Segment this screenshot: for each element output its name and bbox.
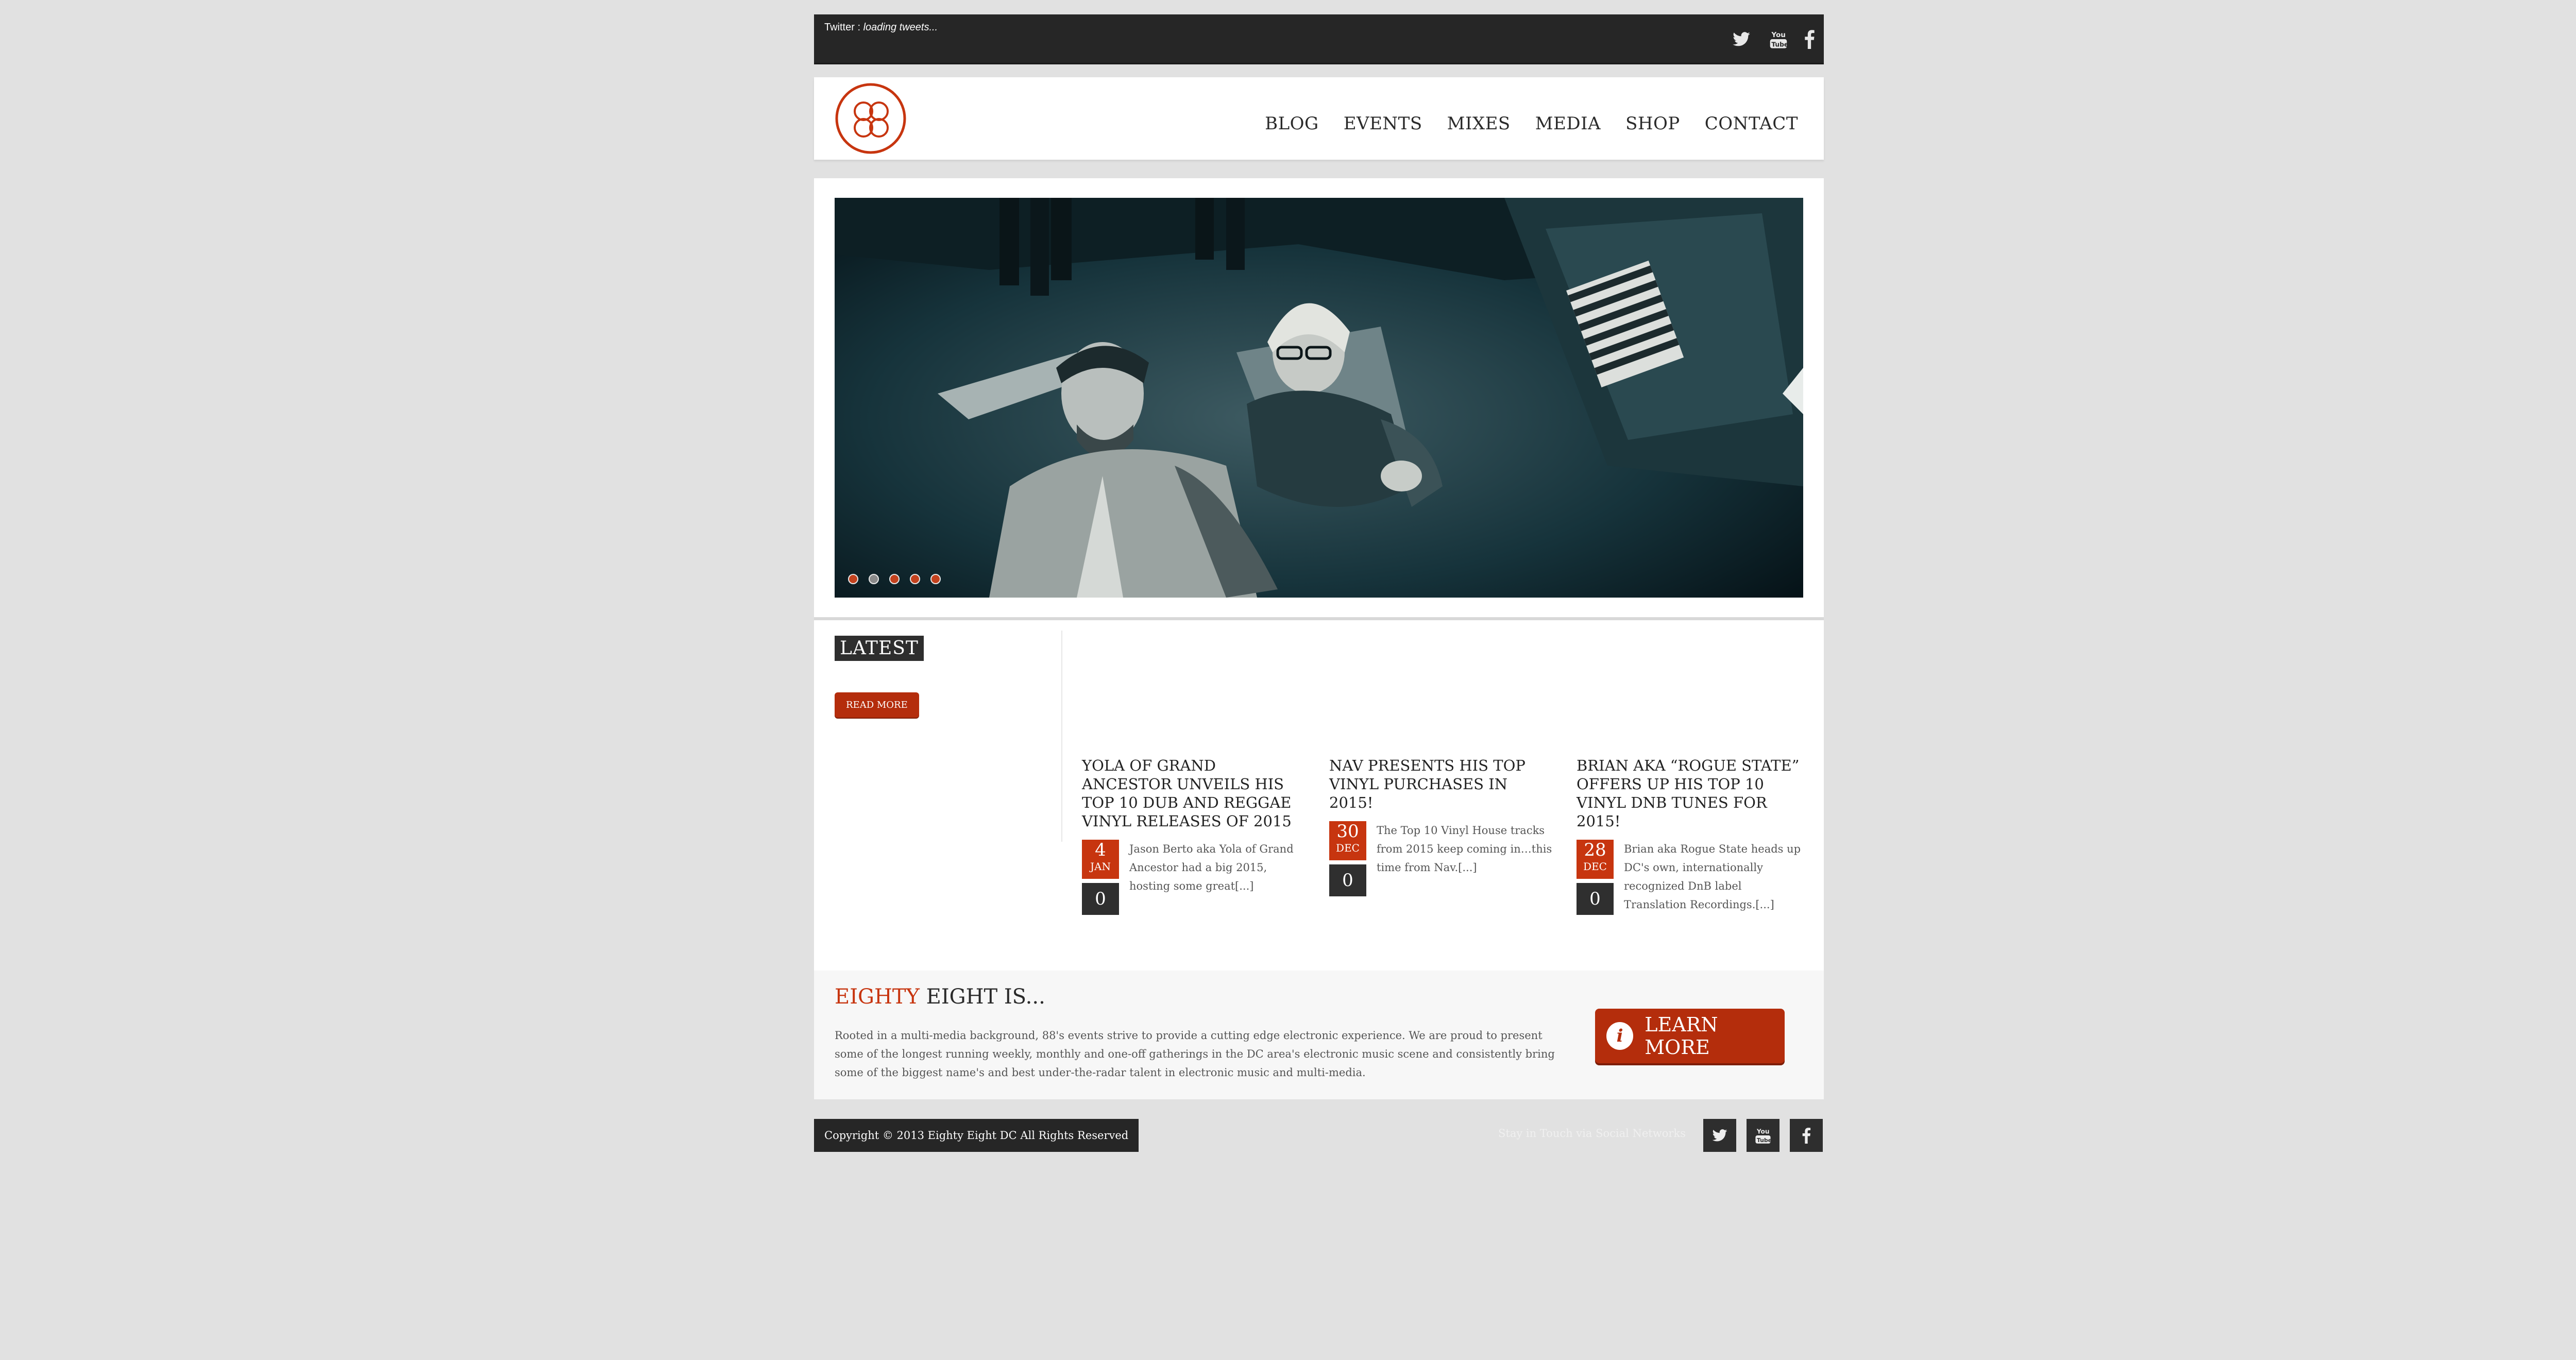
main-nav: BLOG EVENTS MIXES MEDIA SHOP CONTACT <box>1240 113 1798 134</box>
post-meta: 30 DEC 0 The Top 10 Vinyl House tracks f… <box>1329 821 1556 896</box>
slider-dot-3[interactable] <box>889 574 900 584</box>
slider-dot-1[interactable] <box>848 574 858 584</box>
nav-mixes[interactable]: MIXES <box>1447 113 1511 134</box>
post-excerpt: Jason Berto aka Yola of Grand Ancestor h… <box>1129 843 1294 892</box>
stay-in-touch-text: Stay in Touch via Social Networks <box>1498 1127 1686 1140</box>
post-day: 28 <box>1584 840 1606 860</box>
slider-pagination <box>848 574 941 584</box>
post-comment-count[interactable]: 0 <box>1329 864 1366 896</box>
twitter-icon[interactable] <box>1703 1119 1736 1152</box>
nav-media[interactable]: MEDIA <box>1535 113 1601 134</box>
post-meta: 28 DEC 0 Brian aka Rogue State heads up … <box>1577 840 1803 915</box>
post-title[interactable]: BRIAN AKA “ROGUE STATE” OFFERS UP HIS TO… <box>1577 756 1803 830</box>
nav-events[interactable]: EVENTS <box>1344 113 1422 134</box>
hero-slider <box>814 178 1824 620</box>
latest-heading: LATEST <box>835 636 924 661</box>
twitter-icon[interactable] <box>1728 26 1755 53</box>
about-heading: EIGHTY EIGHT IS... <box>835 985 1045 1009</box>
twitter-status: Twitter : loading tweets... <box>824 22 938 33</box>
post-date-badge: 30 DEC <box>1329 821 1366 860</box>
post-card: NAV PRESENTS HIS TOP VINYL PURCHASES IN … <box>1329 756 1556 896</box>
twitter-prefix: Twitter : <box>824 22 863 33</box>
post-date-badge: 4 JAN <box>1082 840 1119 879</box>
svg-text:Tube: Tube <box>1771 41 1787 48</box>
svg-text:You: You <box>1756 1128 1770 1135</box>
post-comment-count[interactable]: 0 <box>1577 883 1614 915</box>
nav-contact[interactable]: CONTACT <box>1705 113 1798 134</box>
slider-dot-5[interactable] <box>930 574 941 584</box>
about-section: EIGHTY EIGHT IS... Rooted in a multi-med… <box>814 971 1824 1099</box>
post-month: DEC <box>1336 842 1360 854</box>
youtube-icon[interactable]: You Tube <box>1747 1119 1780 1152</box>
post-excerpt: The Top 10 Vinyl House tracks from 2015 … <box>1377 824 1552 874</box>
learn-more-label: LEARN MORE <box>1645 1013 1718 1059</box>
copyright-bar: Copyright © 2013 Eighty Eight DC All Rig… <box>814 1119 1139 1152</box>
slider-dot-2[interactable] <box>869 574 879 584</box>
youtube-icon[interactable]: You Tube <box>1765 26 1792 53</box>
hero-slide-image[interactable] <box>835 198 1803 598</box>
facebook-icon[interactable] <box>1796 26 1823 53</box>
learn-more-button[interactable]: i LEARN MORE <box>1595 1009 1785 1063</box>
about-heading-rest: EIGHT IS... <box>919 985 1045 1009</box>
nav-shop[interactable]: SHOP <box>1625 113 1680 134</box>
post-date-badge: 28 DEC <box>1577 840 1614 879</box>
post-day: 4 <box>1095 840 1106 860</box>
post-title[interactable]: YOLA OF GRAND ANCESTOR UNVEILS HIS TOP 1… <box>1082 756 1309 830</box>
post-month: DEC <box>1583 860 1607 873</box>
twitter-bar: Twitter : loading tweets... You Tube <box>814 14 1824 64</box>
post-card: BRIAN AKA “ROGUE STATE” OFFERS UP HIS TO… <box>1577 756 1803 915</box>
about-body: Rooted in a multi-media background, 88's… <box>835 1029 1555 1079</box>
post-meta: 4 JAN 0 Jason Berto aka Yola of Grand An… <box>1082 840 1309 915</box>
slider-dot-4[interactable] <box>910 574 920 584</box>
post-excerpt: Brian aka Rogue State heads up DC's own,… <box>1624 843 1801 911</box>
site-header: BLOG EVENTS MIXES MEDIA SHOP CONTACT <box>814 77 1824 160</box>
latest-section: LATEST READ MORE YOLA OF GRAND ANCESTOR … <box>814 620 1824 971</box>
info-icon: i <box>1606 1022 1634 1050</box>
facebook-icon[interactable] <box>1790 1119 1823 1152</box>
read-more-button[interactable]: READ MORE <box>835 692 919 718</box>
section-divider <box>1061 631 1062 842</box>
post-month: JAN <box>1090 860 1111 873</box>
twitter-loading-text: loading tweets... <box>863 22 938 33</box>
post-day: 30 <box>1336 821 1359 842</box>
post-comment-count[interactable]: 0 <box>1082 883 1119 915</box>
nav-blog[interactable]: BLOG <box>1265 113 1319 134</box>
svg-text:Tube: Tube <box>1757 1137 1771 1144</box>
post-card: YOLA OF GRAND ANCESTOR UNVEILS HIS TOP 1… <box>1082 756 1309 915</box>
svg-text:You: You <box>1771 31 1786 39</box>
post-title[interactable]: NAV PRESENTS HIS TOP VINYL PURCHASES IN … <box>1329 756 1556 812</box>
about-heading-highlight: EIGHTY <box>835 985 920 1009</box>
site-logo[interactable] <box>835 82 907 155</box>
